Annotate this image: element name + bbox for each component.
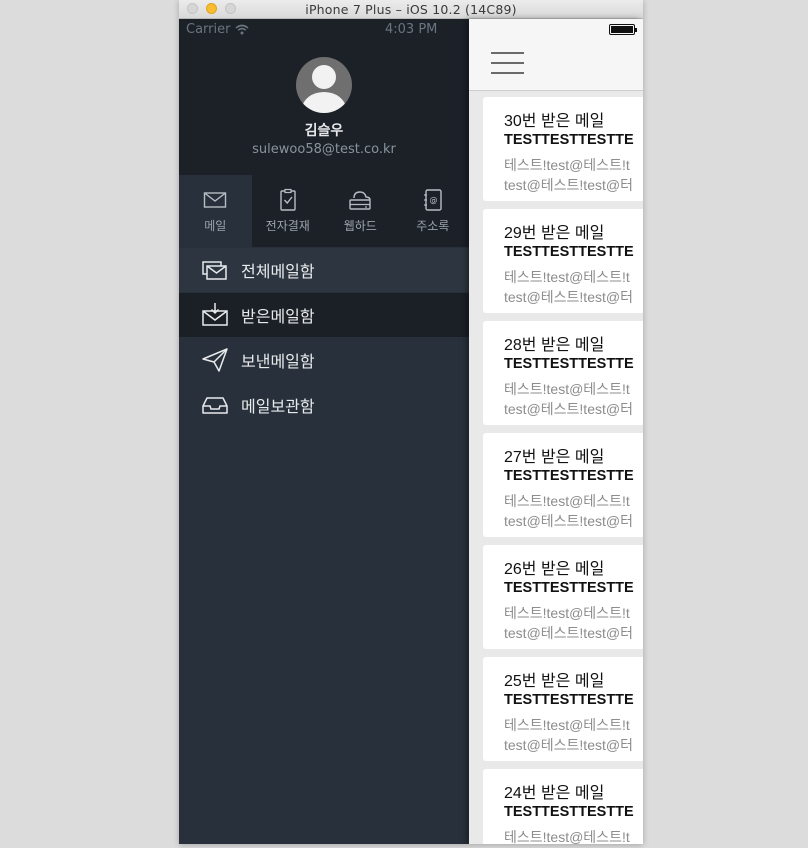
app-tab-bar: 메일 전자결재 웹하드 @ 주소록: [179, 175, 469, 247]
menu-item-label: 받은메일함: [241, 307, 315, 326]
tab-mail-label: 메일: [204, 219, 227, 233]
mail-preview-line: 테스트!test@테스트!t: [504, 381, 630, 397]
address-book-icon: @: [423, 189, 442, 211]
mail-preview-line: 테스트!test@테스트!t: [504, 717, 630, 733]
nav-bar: [469, 19, 643, 91]
tab-contacts[interactable]: @ 주소록: [397, 175, 470, 247]
mail-preview-line: test@테스트!test@터: [504, 625, 633, 641]
avatar-body-shape: [302, 92, 346, 113]
mail-subject: 29번 받은 메일: [504, 225, 605, 242]
mail-subject: 27번 받은 메일: [504, 449, 605, 466]
mail-preview-title: TESTTESTTESTTE: [504, 244, 634, 260]
window-minimize-button[interactable]: [206, 3, 217, 14]
mail-list-item[interactable]: 30번 받은 메일 TESTTESTTESTTE 테스트!test@테스트!t …: [483, 97, 643, 201]
mail-preview-line: 테스트!test@테스트!t: [504, 493, 630, 509]
mail-preview-line: test@테스트!test@터: [504, 289, 633, 305]
avatar[interactable]: [296, 57, 352, 113]
mail-preview-line: 테스트!test@테스트!t: [504, 829, 630, 844]
mail-list-item[interactable]: 27번 받은 메일 TESTTESTTESTTE 테스트!test@테스트!t …: [483, 433, 643, 537]
window-zoom-button[interactable]: [225, 3, 236, 14]
all-mail-icon: [202, 261, 227, 280]
phone-screen: Carrier 4:03 PM 김슬우 sulewoo58@test.co.kr: [179, 19, 643, 844]
mailbox-menu: 전체메일함 받은메일함 보낸메일함 메일보관함: [179, 248, 469, 428]
mail-subject: 30번 받은 메일: [504, 113, 605, 130]
mail-preview-line: test@테스트!test@터: [504, 177, 633, 193]
mail-preview-line: 테스트!test@테스트!t: [504, 605, 630, 621]
envelope-icon: [204, 192, 227, 208]
avatar-head-shape: [312, 65, 336, 89]
profile-name: 김슬우: [304, 123, 344, 139]
tab-approval[interactable]: 전자결재: [252, 175, 325, 247]
mail-list-panel: 30번 받은 메일 TESTTESTTESTTE 테스트!test@테스트!t …: [469, 19, 643, 844]
inbox-icon: [202, 303, 228, 326]
hamburger-menu-icon[interactable]: [491, 52, 524, 76]
cloud-drive-icon: [349, 191, 371, 210]
window-titlebar: iPhone 7 Plus – iOS 10.2 (14C89): [179, 0, 643, 19]
menu-item-archive[interactable]: 메일보관함: [179, 383, 469, 427]
menu-item-label: 메일보관함: [241, 397, 315, 416]
profile-header: Carrier 4:03 PM 김슬우 sulewoo58@test.co.kr: [179, 19, 469, 175]
simulator-window: iPhone 7 Plus – iOS 10.2 (14C89) Carrier…: [179, 0, 643, 844]
tab-mail[interactable]: 메일: [179, 175, 252, 247]
tab-webhard[interactable]: 웹하드: [324, 175, 397, 247]
mail-preview-line: test@테스트!test@터: [504, 737, 633, 753]
mail-preview-line: test@테스트!test@터: [504, 401, 633, 417]
paper-plane-icon: [202, 348, 228, 372]
mail-list-item[interactable]: 24번 받은 메일 TESTTESTTESTTE 테스트!test@테스트!t: [483, 769, 643, 844]
tab-webhard-label: 웹하드: [343, 219, 377, 233]
profile-email: sulewoo58@test.co.kr: [252, 142, 396, 157]
mail-list-item[interactable]: 28번 받은 메일 TESTTESTTESTTE 테스트!test@테스트!t …: [483, 321, 643, 425]
mail-subject: 25번 받은 메일: [504, 673, 605, 690]
mail-preview-line: 테스트!test@테스트!t: [504, 269, 630, 285]
mail-preview-title: TESTTESTTESTTE: [504, 692, 634, 708]
status-carrier: Carrier: [186, 22, 249, 37]
window-close-button[interactable]: [187, 3, 198, 14]
mail-preview-title: TESTTESTTESTTE: [504, 132, 634, 148]
tab-contacts-label: 주소록: [416, 219, 450, 233]
clipboard-check-icon: [280, 188, 296, 211]
mail-subject: 26번 받은 메일: [504, 561, 605, 578]
mail-list-item[interactable]: 26번 받은 메일 TESTTESTTESTTE 테스트!test@테스트!t …: [483, 545, 643, 649]
menu-item-label: 전체메일함: [241, 262, 315, 281]
menu-item-label: 보낸메일함: [241, 352, 315, 371]
mail-preview-line: test@테스트!test@터: [504, 513, 633, 529]
window-title: iPhone 7 Plus – iOS 10.2 (14C89): [305, 1, 517, 17]
menu-item-sent[interactable]: 보낸메일함: [179, 338, 469, 382]
mail-preview-title: TESTTESTTESTTE: [504, 804, 634, 820]
mail-subject: 28번 받은 메일: [504, 337, 605, 354]
menu-item-inbox[interactable]: 받은메일함: [179, 293, 469, 337]
mail-list-item[interactable]: 25번 받은 메일 TESTTESTTESTTE 테스트!test@테스트!t …: [483, 657, 643, 761]
tab-approval-label: 전자결재: [265, 219, 310, 233]
menu-item-all-mail[interactable]: 전체메일함: [179, 248, 469, 292]
battery-icon: [609, 24, 637, 35]
mail-subject: 24번 받은 메일: [504, 785, 605, 802]
mail-preview-title: TESTTESTTESTTE: [504, 468, 634, 484]
status-time: 4:03 PM: [385, 22, 438, 37]
archive-tray-icon: [202, 397, 228, 414]
mail-list-item[interactable]: 29번 받은 메일 TESTTESTTESTTE 테스트!test@테스트!t …: [483, 209, 643, 313]
mail-preview-line: 테스트!test@테스트!t: [504, 157, 630, 173]
carrier-label: Carrier: [186, 22, 231, 37]
side-drawer: Carrier 4:03 PM 김슬우 sulewoo58@test.co.kr: [179, 19, 469, 844]
mail-preview-title: TESTTESTTESTTE: [504, 580, 634, 596]
svg-text:@: @: [429, 196, 437, 205]
wifi-icon: [235, 24, 249, 35]
mail-preview-title: TESTTESTTESTTE: [504, 356, 634, 372]
